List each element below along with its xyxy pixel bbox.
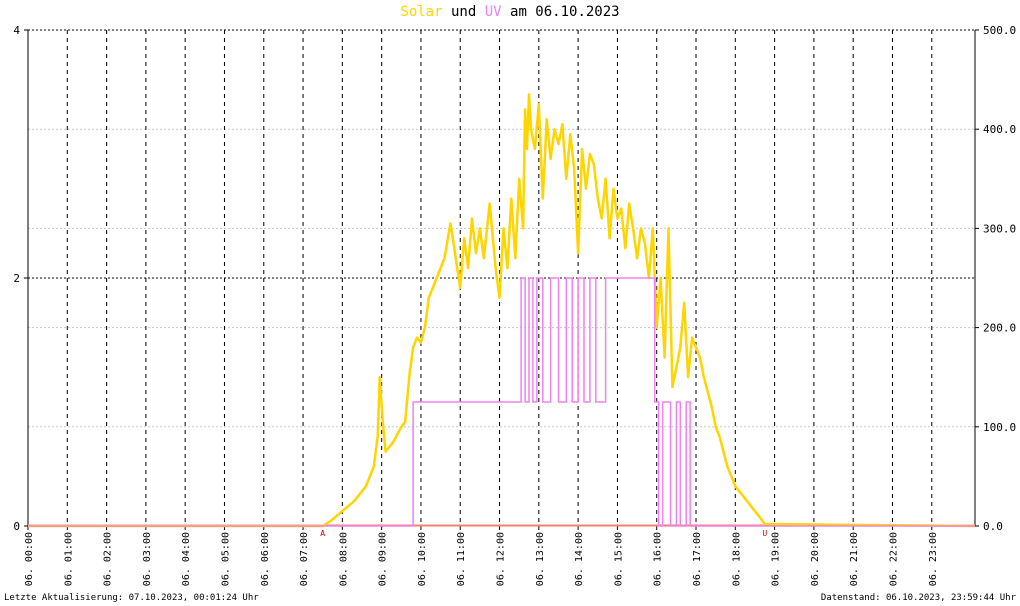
x-label-5: 06. 05:00 (220, 532, 231, 586)
x-label-19: 06. 19:00 (771, 532, 782, 586)
x-label-11: 06. 11:00 (456, 532, 467, 586)
x-label-18: 06. 18:00 (731, 532, 742, 586)
x-label-8: 06. 08:00 (338, 532, 349, 586)
x-label-9: 06. 09:00 (378, 532, 389, 586)
x-label-14: 06. 14:00 (574, 532, 585, 586)
x-label-23: 06. 23:00 (928, 532, 939, 586)
tick-labels: 0 2 4 0.0 100.0 200.0 300.0 400.0 500.0 06. 00:00… (13, 24, 1016, 586)
y-left-label-0: 0 (13, 520, 20, 533)
y-left-label-4: 4 (13, 24, 20, 37)
x-label-21: 06. 21:00 (849, 532, 860, 586)
series-lines (28, 93, 976, 528)
y-right-label-500: 500.0 (983, 24, 1016, 37)
x-label-22: 06. 22:00 (888, 532, 899, 586)
x-label-13: 06. 13:00 (535, 532, 546, 586)
x-label-17: 06. 17:00 (692, 532, 703, 586)
x-label-16: 06. 16:00 (653, 532, 664, 586)
y-right-label-400: 400.0 (983, 123, 1016, 136)
y-right-label-300: 300.0 (983, 222, 1016, 235)
series-uv (28, 277, 975, 527)
y-right-label-100: 100.0 (983, 421, 1016, 434)
solar-uv-chart: 0 2 4 0.0 100.0 200.0 300.0 400.0 500.0 06. 00:00… (13, 24, 1016, 586)
x-label-7: 06. 07:00 (299, 532, 310, 586)
x-label-1: 06. 01:00 (63, 532, 74, 586)
x-label-12: 06. 12:00 (496, 532, 507, 586)
footer-data-status: Datenstand: 06.10.2023, 23:59:44 Uhr (820, 593, 1016, 603)
y-right-label-0: 0.0 (983, 520, 1003, 533)
x-label-10: 06. 10:00 (417, 532, 428, 586)
x-label-6: 06. 06:00 (260, 532, 271, 586)
series-solar (28, 93, 976, 528)
y-left-label-2: 2 (13, 272, 20, 285)
x-label-3: 06. 03:00 (142, 532, 153, 586)
x-label-0: 06. 00:00 (24, 532, 35, 586)
marker-a: A (320, 529, 325, 538)
marker-u: U (762, 529, 767, 538)
x-label-4: 06. 04:00 (181, 532, 192, 586)
y-right-label-200: 200.0 (983, 322, 1016, 335)
x-label-2: 06. 02:00 (103, 532, 114, 586)
footer-last-update: Letzte Aktualisierung: 07.10.2023, 00:01… (4, 593, 259, 603)
x-label-20: 06. 20:00 (810, 532, 821, 586)
x-label-15: 06. 15:00 (613, 532, 624, 586)
